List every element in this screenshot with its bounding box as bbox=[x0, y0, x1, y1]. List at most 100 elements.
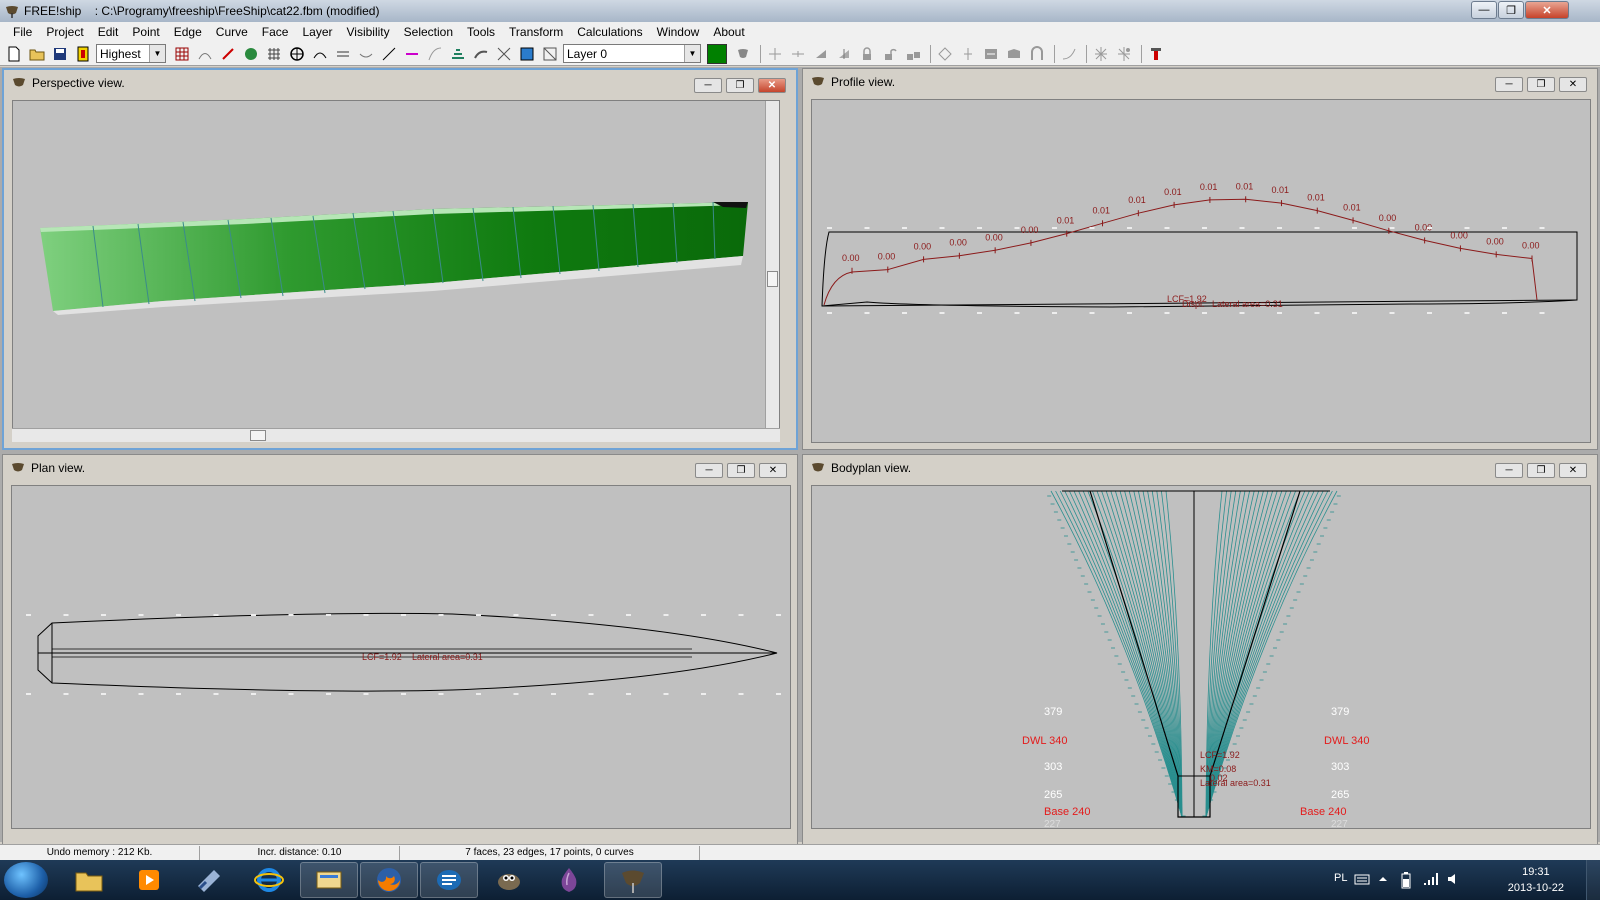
menu-visibility[interactable]: Visibility bbox=[340, 23, 397, 41]
menu-about[interactable]: About bbox=[706, 23, 751, 41]
perspective-view-window[interactable]: Perspective view. ─ ❐ ✕ bbox=[2, 68, 798, 450]
layer-color-swatch[interactable] bbox=[707, 43, 727, 64]
unlock-all-button[interactable] bbox=[903, 44, 923, 64]
language-indicator[interactable]: PL bbox=[1334, 872, 1347, 884]
clock[interactable]: 19:31 2013-10-22 bbox=[1508, 864, 1564, 896]
taskbar-firefox[interactable] bbox=[360, 862, 418, 898]
menu-edge[interactable]: Edge bbox=[167, 23, 209, 41]
new-file-button[interactable] bbox=[4, 44, 24, 64]
taskbar-internet-explorer[interactable] bbox=[240, 862, 298, 898]
new-edge-button[interactable] bbox=[935, 44, 955, 64]
chevron-up-icon[interactable] bbox=[1378, 874, 1388, 884]
network-signal-icon[interactable] bbox=[1422, 871, 1438, 887]
close-button[interactable]: ✕ bbox=[759, 463, 787, 478]
perspective-canvas[interactable] bbox=[12, 100, 780, 430]
minimize-button[interactable]: — bbox=[1471, 1, 1497, 19]
menu-face[interactable]: Face bbox=[255, 23, 296, 41]
add-point-button[interactable] bbox=[765, 44, 785, 64]
open-file-button[interactable] bbox=[27, 44, 47, 64]
plan-canvas[interactable]: LCF=1.92 Lateral area=0.31 bbox=[11, 485, 791, 829]
menu-file[interactable]: File bbox=[6, 23, 39, 41]
profile-canvas[interactable]: 0.00 0.00 0.00 0.00 0.00 0.00 0.01 0.01 0.01 0.01… bbox=[811, 99, 1591, 443]
save-button[interactable] bbox=[50, 44, 70, 64]
show-interior-edges-button[interactable] bbox=[425, 44, 445, 64]
preferences-button[interactable] bbox=[1146, 44, 1166, 64]
menu-project[interactable]: Project bbox=[39, 23, 90, 41]
mirror-button[interactable] bbox=[1091, 44, 1111, 64]
export-button[interactable] bbox=[73, 44, 93, 64]
perspective-horizontal-scrollbar[interactable] bbox=[12, 428, 780, 442]
taskbar-gimp[interactable] bbox=[480, 862, 538, 898]
extrude-edge-button[interactable] bbox=[811, 44, 831, 64]
taskbar-messenger[interactable] bbox=[420, 862, 478, 898]
show-control-curves-button[interactable] bbox=[471, 44, 491, 64]
shade-button[interactable] bbox=[517, 44, 537, 64]
new-face-button[interactable] bbox=[1004, 44, 1024, 64]
close-button[interactable]: ✕ bbox=[758, 78, 786, 93]
show-grid-button[interactable] bbox=[264, 44, 284, 64]
rotate-button[interactable] bbox=[1114, 44, 1134, 64]
perspective-vertical-scrollbar[interactable] bbox=[765, 101, 779, 429]
insert-plane-button[interactable] bbox=[958, 44, 978, 64]
scrollbar-thumb[interactable] bbox=[250, 430, 266, 441]
close-button[interactable]: ✕ bbox=[1559, 463, 1587, 478]
precision-select[interactable]: Highest ▼ bbox=[96, 44, 166, 63]
show-buttocks-button[interactable] bbox=[333, 44, 353, 64]
intersect-button[interactable] bbox=[1027, 44, 1047, 64]
start-button[interactable] bbox=[4, 862, 48, 898]
taskbar-office[interactable] bbox=[180, 862, 238, 898]
menu-tools[interactable]: Tools bbox=[460, 23, 502, 41]
taskbar-media-player[interactable] bbox=[120, 862, 178, 898]
close-button[interactable]: ✕ bbox=[1559, 77, 1587, 92]
show-control-net-button[interactable] bbox=[172, 44, 192, 64]
menu-calculations[interactable]: Calculations bbox=[570, 23, 649, 41]
taskbar-freeship[interactable] bbox=[604, 862, 662, 898]
show-desktop-button[interactable] bbox=[1586, 860, 1600, 900]
menu-edit[interactable]: Edit bbox=[91, 23, 126, 41]
show-hydrostatics-button[interactable] bbox=[287, 44, 307, 64]
maximize-button[interactable]: ❐ bbox=[1527, 77, 1555, 92]
show-diagonals-button[interactable] bbox=[379, 44, 399, 64]
split-edge-button[interactable] bbox=[834, 44, 854, 64]
close-button[interactable]: ✕ bbox=[1525, 1, 1569, 19]
new-curve-button[interactable] bbox=[1059, 44, 1079, 64]
crease-edge-button[interactable] bbox=[981, 44, 1001, 64]
layer-select[interactable]: Layer 0 ▼ bbox=[563, 44, 701, 63]
collapse-point-button[interactable] bbox=[788, 44, 808, 64]
show-curvature-button[interactable] bbox=[195, 44, 215, 64]
restore-button[interactable]: ❐ bbox=[1498, 1, 1524, 19]
taskbar-file-manager[interactable] bbox=[300, 862, 358, 898]
minimize-button[interactable]: ─ bbox=[1495, 77, 1523, 92]
menu-selection[interactable]: Selection bbox=[397, 23, 460, 41]
bodyplan-view-window[interactable]: Bodyplan view. ─ ❐ ✕ 379 379 DWL 340 DWL… bbox=[802, 454, 1598, 900]
bodyplan-canvas[interactable]: 379 379 DWL 340 DWL 340 303 303 265 265 … bbox=[811, 485, 1591, 829]
menu-curve[interactable]: Curve bbox=[209, 23, 255, 41]
layer-properties-button[interactable] bbox=[733, 44, 753, 64]
menu-layer[interactable]: Layer bbox=[295, 23, 339, 41]
lock-points-button[interactable] bbox=[857, 44, 877, 64]
show-normals-button[interactable] bbox=[218, 44, 238, 64]
menu-point[interactable]: Point bbox=[125, 23, 166, 41]
taskbar-explorer[interactable] bbox=[60, 862, 118, 898]
battery-icon[interactable] bbox=[1400, 871, 1412, 889]
plan-view-window[interactable]: Plan view. ─ ❐ ✕ LCF=1.92 Lateral area=0… bbox=[2, 454, 798, 900]
show-stations-button[interactable] bbox=[310, 44, 330, 64]
taskbar-tor[interactable] bbox=[540, 862, 598, 898]
show-flowlines-button[interactable] bbox=[402, 44, 422, 64]
profile-view-window[interactable]: Profile view. ─ ❐ ✕ 0.00 0.00 0.00 0.00 0.00… bbox=[802, 68, 1598, 450]
wireframe-button[interactable] bbox=[540, 44, 560, 64]
volume-icon[interactable] bbox=[1446, 871, 1462, 887]
maximize-button[interactable]: ❐ bbox=[726, 78, 754, 93]
maximize-button[interactable]: ❐ bbox=[727, 463, 755, 478]
show-mesh-button[interactable] bbox=[494, 44, 514, 64]
unlock-points-button[interactable] bbox=[880, 44, 900, 64]
show-contours-button[interactable] bbox=[448, 44, 468, 64]
maximize-button[interactable]: ❐ bbox=[1527, 463, 1555, 478]
show-markers-button[interactable] bbox=[241, 44, 261, 64]
menu-window[interactable]: Window bbox=[650, 23, 707, 41]
scrollbar-thumb[interactable] bbox=[767, 271, 778, 287]
minimize-button[interactable]: ─ bbox=[1495, 463, 1523, 478]
keyboard-icon[interactable] bbox=[1354, 872, 1370, 886]
minimize-button[interactable]: ─ bbox=[694, 78, 722, 93]
show-waterlines-button[interactable] bbox=[356, 44, 376, 64]
